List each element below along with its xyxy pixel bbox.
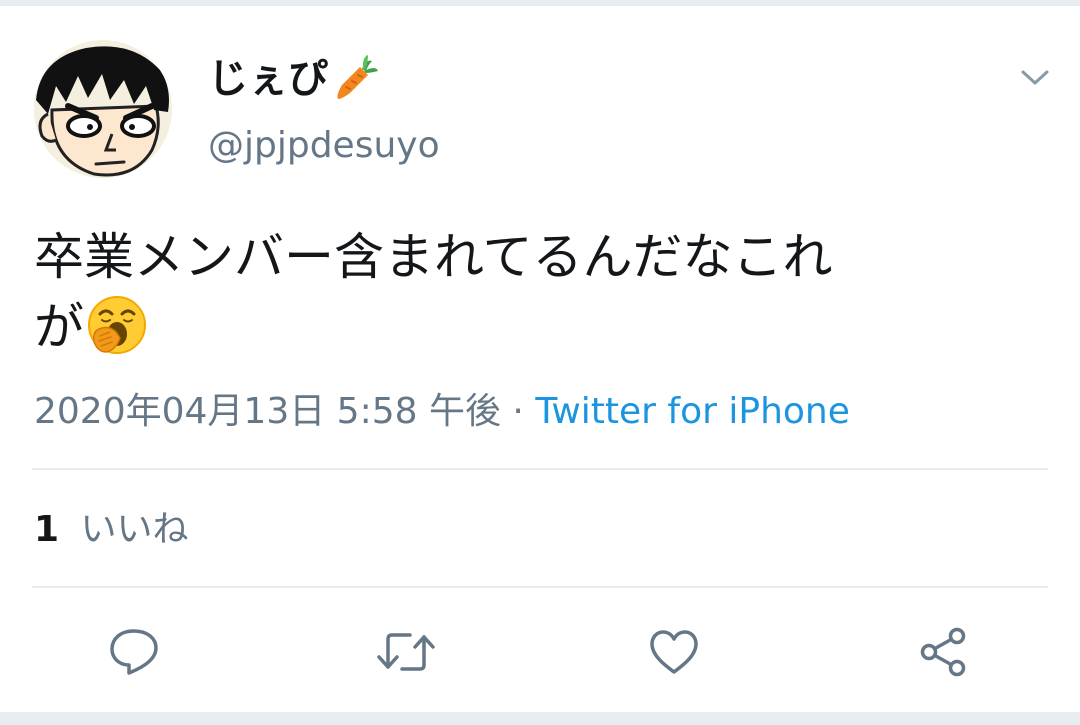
tweet-text-line-2-text: が xyxy=(34,298,84,356)
reply-icon xyxy=(110,629,158,675)
retweet-button[interactable] xyxy=(374,622,438,682)
likes-label: いいね xyxy=(80,509,189,550)
avatar-illustration xyxy=(34,40,172,178)
share-icon xyxy=(920,627,966,677)
tweet-text: 卒業メンバー含まれてるんだなこれ が xyxy=(34,222,994,362)
action-bar xyxy=(0,622,1080,682)
chevron-down-icon xyxy=(1021,70,1049,85)
share-button[interactable] xyxy=(912,622,976,682)
display-name[interactable]: じぇぴ xyxy=(208,55,380,103)
like-icon xyxy=(650,630,698,674)
yawning-face-icon xyxy=(86,294,148,356)
divider xyxy=(32,586,1048,588)
retweet-icon xyxy=(377,633,435,671)
meta-separator: · xyxy=(512,391,524,432)
tweet-detail: じぇぴ @jpjpdesuyo 卒業メンバー含まれてるんだなこれ が 2020年… xyxy=(0,0,1080,725)
display-name-text: じぇぴ xyxy=(208,56,328,102)
user-handle[interactable]: @jpjpdesuyo xyxy=(208,122,440,170)
tweet-source-link[interactable]: Twitter for iPhone xyxy=(535,391,850,432)
timestamp[interactable]: 2020年04月13日 5:58 午後 xyxy=(34,391,501,432)
reply-button[interactable] xyxy=(102,622,166,682)
avatar[interactable] xyxy=(34,40,172,178)
likes-count: 1 xyxy=(34,509,60,550)
tweet-text-line-2: が xyxy=(34,292,994,362)
bottom-separator xyxy=(0,712,1080,725)
divider xyxy=(32,468,1048,470)
more-options-button[interactable] xyxy=(1012,58,1058,98)
tweet-text-line-1: 卒業メンバー含まれてるんだなこれ xyxy=(34,228,833,286)
likes-stat[interactable]: 1 いいね xyxy=(34,506,189,554)
like-button[interactable] xyxy=(642,622,706,682)
carrot-icon xyxy=(332,55,380,103)
tweet-meta: 2020年04月13日 5:58 午後 · Twitter for iPhone xyxy=(34,388,850,436)
